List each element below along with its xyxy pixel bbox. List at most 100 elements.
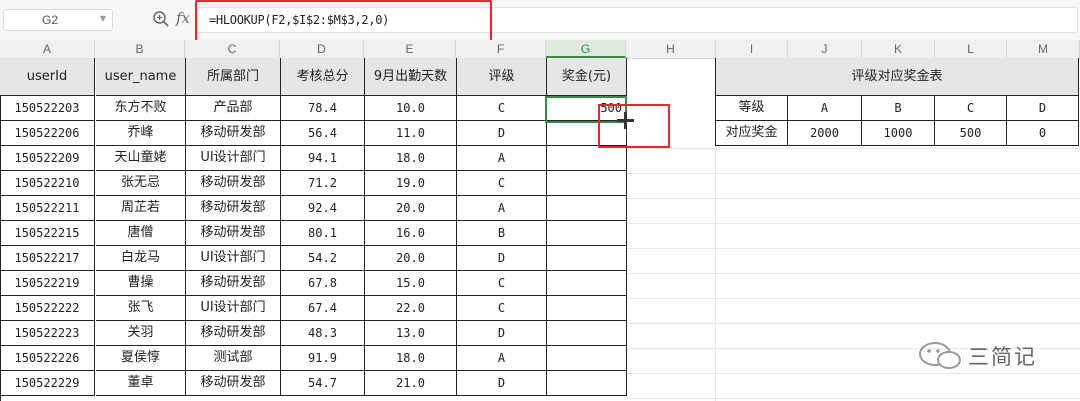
header-cell[interactable]: userId: [0, 58, 95, 96]
table-cell[interactable]: [547, 171, 627, 196]
table-cell[interactable]: 测试部: [186, 346, 281, 371]
name-box[interactable]: G2 ▼: [3, 9, 113, 31]
table-cell[interactable]: 150522222: [0, 296, 95, 321]
table-cell[interactable]: A: [457, 346, 547, 371]
column-header-e[interactable]: E: [364, 40, 456, 58]
table-cell[interactable]: 150522217: [0, 246, 95, 271]
header-cell[interactable]: 考核总分: [281, 58, 365, 96]
table-cell[interactable]: D: [457, 246, 547, 271]
table-cell[interactable]: 80.1: [281, 221, 365, 246]
table-cell[interactable]: UI设计部门: [186, 146, 281, 171]
table-cell[interactable]: 54.7: [281, 371, 365, 396]
column-header-k[interactable]: K: [862, 40, 935, 58]
table-cell[interactable]: 周芷若: [96, 196, 186, 221]
table-cell[interactable]: C: [457, 171, 547, 196]
table-cell[interactable]: 10.0: [365, 96, 457, 121]
table-cell[interactable]: [547, 346, 627, 371]
table-cell[interactable]: 乔峰: [96, 121, 186, 146]
lookup-cell[interactable]: 对应奖金: [715, 121, 788, 146]
table-cell[interactable]: [547, 146, 627, 171]
table-cell[interactable]: UI设计部门: [186, 246, 281, 271]
table-cell[interactable]: 白龙马: [96, 246, 186, 271]
table-cell[interactable]: 11.0: [365, 121, 457, 146]
fill-cross-cursor-icon[interactable]: [617, 112, 634, 129]
lookup-cell[interactable]: 等级: [715, 96, 788, 121]
table-cell[interactable]: [547, 296, 627, 321]
table-cell[interactable]: 54.2: [281, 246, 365, 271]
table-cell[interactable]: 天山童姥: [96, 146, 186, 171]
lookup-cell[interactable]: 500: [935, 121, 1007, 146]
table-cell[interactable]: 移动研发部: [186, 121, 281, 146]
lookup-table-title[interactable]: 评级对应奖金表: [715, 58, 1079, 96]
table-cell[interactable]: 张无忌: [96, 171, 186, 196]
lookup-cell[interactable]: A: [788, 96, 862, 121]
table-cell[interactable]: A: [457, 196, 547, 221]
column-header-h[interactable]: H: [626, 40, 716, 58]
table-cell[interactable]: 150522215: [0, 221, 95, 246]
table-cell[interactable]: 15.0: [365, 271, 457, 296]
table-cell[interactable]: D: [457, 121, 547, 146]
header-cell[interactable]: 9月出勤天数: [365, 58, 457, 96]
column-header-a[interactable]: A: [0, 40, 95, 58]
header-cell[interactable]: 评级: [457, 58, 547, 96]
column-header-d[interactable]: D: [280, 40, 364, 58]
header-cell[interactable]: 奖金(元): [547, 58, 627, 96]
lookup-cell[interactable]: B: [862, 96, 935, 121]
table-cell[interactable]: C: [457, 96, 547, 121]
table-cell[interactable]: B: [457, 221, 547, 246]
lookup-cell[interactable]: 0: [1007, 121, 1079, 146]
fx-icon[interactable]: fx: [176, 9, 190, 27]
chevron-down-icon[interactable]: ▼: [100, 14, 106, 23]
table-cell[interactable]: 16.0: [365, 221, 457, 246]
table-cell[interactable]: 移动研发部: [186, 271, 281, 296]
table-cell[interactable]: D: [457, 321, 547, 346]
table-cell[interactable]: 150522219: [0, 271, 95, 296]
table-cell[interactable]: 150522226: [0, 346, 95, 371]
column-header-g[interactable]: G: [546, 40, 626, 58]
table-cell[interactable]: D: [457, 371, 547, 396]
table-cell[interactable]: 150522229: [0, 371, 95, 396]
table-cell[interactable]: 22.0: [365, 296, 457, 321]
table-cell[interactable]: 56.4: [281, 121, 365, 146]
table-cell[interactable]: 150522223: [0, 321, 95, 346]
table-cell[interactable]: A: [457, 146, 547, 171]
table-cell[interactable]: [547, 196, 627, 221]
table-cell[interactable]: 19.0: [365, 171, 457, 196]
table-cell[interactable]: 150522203: [0, 96, 95, 121]
table-cell[interactable]: 唐僧: [96, 221, 186, 246]
table-cell[interactable]: [547, 271, 627, 296]
table-cell[interactable]: 78.4: [281, 96, 365, 121]
table-cell[interactable]: 18.0: [365, 346, 457, 371]
table-cell[interactable]: C: [457, 271, 547, 296]
table-cell[interactable]: [547, 371, 627, 396]
header-cell[interactable]: 所属部门: [186, 58, 281, 96]
header-cell[interactable]: user_name: [96, 58, 186, 96]
table-cell[interactable]: 产品部: [186, 96, 281, 121]
table-cell[interactable]: [547, 246, 627, 271]
table-cell[interactable]: 150522209: [0, 146, 95, 171]
table-cell[interactable]: 移动研发部: [186, 196, 281, 221]
table-cell[interactable]: [547, 221, 627, 246]
table-cell[interactable]: 150522210: [0, 171, 95, 196]
table-cell[interactable]: 150522206: [0, 121, 95, 146]
table-cell[interactable]: 20.0: [365, 246, 457, 271]
table-cell[interactable]: 18.0: [365, 146, 457, 171]
column-header-j[interactable]: J: [788, 40, 862, 58]
table-cell[interactable]: 曹操: [96, 271, 186, 296]
lookup-cell[interactable]: D: [1007, 96, 1079, 121]
table-cell[interactable]: 移动研发部: [186, 371, 281, 396]
table-cell[interactable]: 94.1: [281, 146, 365, 171]
table-cell[interactable]: [547, 321, 627, 346]
lookup-cell[interactable]: C: [935, 96, 1007, 121]
table-cell[interactable]: 67.4: [281, 296, 365, 321]
table-cell[interactable]: 71.2: [281, 171, 365, 196]
table-cell[interactable]: 移动研发部: [186, 171, 281, 196]
table-cell[interactable]: 夏侯惇: [96, 346, 186, 371]
table-cell[interactable]: 移动研发部: [186, 321, 281, 346]
table-cell[interactable]: C: [457, 296, 547, 321]
lookup-cell[interactable]: 1000: [862, 121, 935, 146]
table-cell[interactable]: 67.8: [281, 271, 365, 296]
column-header-f[interactable]: F: [456, 40, 546, 58]
table-cell[interactable]: 移动研发部: [186, 221, 281, 246]
column-header-i[interactable]: I: [716, 40, 788, 58]
